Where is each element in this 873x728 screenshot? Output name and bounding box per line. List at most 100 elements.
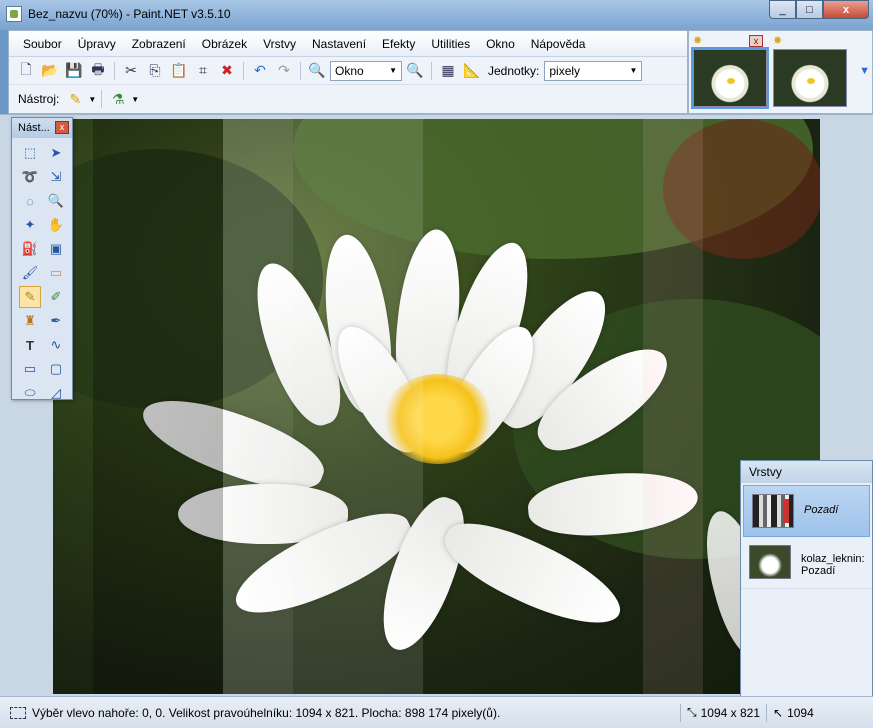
clone-stamp-icon[interactable]: ♜ (19, 310, 41, 332)
layer-name: kolaz_leknin: Pozadí (801, 553, 865, 577)
pencil-icon[interactable]: ✎ (19, 286, 41, 308)
zoom-in-icon[interactable]: 🔍 (404, 60, 426, 82)
layer-item[interactable]: Pozadí (743, 485, 870, 537)
menu-view[interactable]: Zobrazení (124, 31, 194, 57)
copy-icon[interactable]: ⎘ (144, 60, 166, 82)
freeform-shape-icon[interactable]: ◿ (45, 382, 67, 404)
menu-bar: Soubor Úpravy Zobrazení Obrázek Vrstvy N… (9, 31, 687, 57)
units-select[interactable]: pixely ▼ (544, 60, 643, 81)
eraser-icon[interactable]: ▭ (45, 262, 67, 284)
menu-layers[interactable]: Vrstvy (255, 31, 304, 57)
grid-icon[interactable]: ▦ (437, 60, 459, 82)
overlay-band (223, 119, 293, 694)
star-icon: ✸ (773, 35, 783, 47)
zoom-select[interactable]: Okno ▼ (330, 60, 402, 81)
tool-options-bar: Nástroj: ✎ ▼ ⚗ ▼ (9, 85, 687, 113)
resize-icon: ⤡ (687, 705, 697, 719)
image-size-box: ⤡ 1094 x 821 (687, 705, 760, 720)
layers-panel-title[interactable]: Vrstvy (741, 461, 872, 483)
close-button[interactable]: x (823, 0, 869, 19)
overlay-band (93, 119, 223, 694)
deselect-icon[interactable]: ✖ (216, 60, 238, 82)
cursor-position: 1094 (787, 705, 814, 720)
overlay-band (643, 119, 703, 694)
menu-help[interactable]: Nápověda (523, 31, 594, 57)
menu-utilities[interactable]: Utilities (423, 31, 478, 57)
chevron-down-icon[interactable]: ▼ (88, 95, 96, 104)
layer-name: Pozadí (804, 504, 839, 516)
print-icon[interactable]: 🖶 (87, 60, 109, 82)
new-file-icon[interactable]: 🗋 (15, 60, 37, 82)
units-label: Jednotky: (488, 63, 540, 78)
paint-bucket-icon[interactable]: ⛽ (19, 238, 41, 260)
image-thumbnail-active[interactable] (691, 47, 769, 109)
paintnet-app-icon (6, 6, 22, 22)
cursor-position-box: ↖ 1094 (773, 706, 873, 720)
window-title: Bez_nazvu (70%) - Paint.NET v3.5.10 (28, 7, 231, 21)
crop-icon[interactable]: ⌗ (192, 60, 214, 82)
lasso-select-icon[interactable]: ➰ (19, 166, 41, 188)
overlay-band (293, 119, 423, 694)
selection-info: Výběr vlevo nahoře: 0, 0. Velikost pravo… (32, 705, 501, 720)
text-icon[interactable]: T (19, 334, 41, 356)
rounded-rectangle-icon[interactable]: ▢ (45, 358, 67, 380)
toolbar-separator (300, 61, 301, 80)
maximize-button[interactable]: □ (796, 0, 823, 19)
line-curve-icon[interactable]: ∿ (45, 334, 67, 356)
rectangle-icon[interactable]: ▭ (19, 358, 41, 380)
units-select-value: pixely (549, 63, 581, 78)
minimize-button[interactable]: _ (769, 0, 796, 19)
toolbar-separator (114, 61, 115, 80)
image-canvas[interactable] (53, 119, 820, 694)
image-thumbnail[interactable] (773, 49, 847, 107)
layer-thumbnail (749, 545, 791, 579)
open-folder-icon[interactable]: 📂 (39, 60, 61, 82)
paste-icon[interactable]: 📋 (168, 60, 190, 82)
gradient-icon[interactable]: ▣ (45, 238, 67, 260)
rectangle-select-icon[interactable]: ⬚ (19, 142, 41, 164)
menu-effects[interactable]: Efekty (374, 31, 423, 57)
menu-file[interactable]: Soubor (15, 31, 70, 57)
layer-thumbnail (752, 494, 794, 528)
blend-mode-icon[interactable]: ⚗ (107, 88, 129, 110)
layer-item[interactable]: kolaz_leknin: Pozadí (741, 537, 872, 589)
selection-icon (10, 706, 26, 719)
star-icon: ✸ (693, 35, 703, 47)
chevron-down-icon: ▼ (389, 66, 397, 75)
status-separator (680, 703, 681, 722)
zoom-icon[interactable]: 🔍 (45, 190, 67, 212)
tool-grid: ⬚ ➤ ➰ ⇲ ◌ 🔍 ✦ ✋ ⛽ ▣ 🖌 ▭ ✎ ✐ ♜ ✒ T ∿ ▭ ▢ … (12, 138, 72, 408)
pencil-tool-icon[interactable]: ✎ (64, 88, 86, 110)
recolor-icon[interactable]: ✒ (45, 310, 67, 332)
toolbar-separator (243, 61, 244, 80)
magic-wand-icon[interactable]: ✦ (19, 214, 41, 236)
redo-icon[interactable]: ↷ (273, 60, 295, 82)
color-picker-icon[interactable]: ✐ (45, 286, 67, 308)
chevron-down-icon[interactable]: ▼ (131, 95, 139, 104)
close-image-icon[interactable]: x (749, 35, 763, 47)
tools-close-button[interactable]: x (55, 121, 69, 134)
undo-icon[interactable]: ↶ (249, 60, 271, 82)
image-thumbnails: ✸ x ✸ ▼ (688, 30, 873, 114)
move-selected-icon[interactable]: ⇲ (45, 166, 67, 188)
paintbrush-icon[interactable]: 🖌 (19, 262, 41, 284)
cursor-icon: ↖ (773, 705, 784, 720)
menu-adjustments[interactable]: Nastavení (304, 31, 374, 57)
title-bar: Bez_nazvu (70%) - Paint.NET v3.5.10 _ □ … (0, 0, 873, 30)
layers-panel: Vrstvy Pozadí kolaz_leknin: Pozadí ▤ ✖ ▢… (740, 460, 873, 722)
zoom-select-value: Okno (335, 63, 364, 78)
chevron-down-icon: ▼ (629, 66, 638, 75)
move-selection-icon[interactable]: ➤ (45, 142, 67, 164)
menu-image[interactable]: Obrázek (194, 31, 255, 57)
menu-edit[interactable]: Úpravy (70, 31, 124, 57)
save-icon[interactable]: 💾 (63, 60, 85, 82)
ellipse-icon[interactable]: ⬭ (19, 382, 41, 404)
cut-icon[interactable]: ✂ (120, 60, 142, 82)
ruler-icon[interactable]: 📐 (461, 60, 483, 82)
pan-hand-icon[interactable]: ✋ (45, 214, 67, 236)
chevron-down-icon[interactable]: ▼ (859, 65, 870, 77)
ellipse-select-icon[interactable]: ◌ (19, 190, 41, 212)
zoom-out-icon[interactable]: 🔍 (306, 60, 328, 82)
menu-window[interactable]: Okno (478, 31, 523, 57)
tools-palette-title[interactable]: Nást... x (12, 118, 72, 138)
